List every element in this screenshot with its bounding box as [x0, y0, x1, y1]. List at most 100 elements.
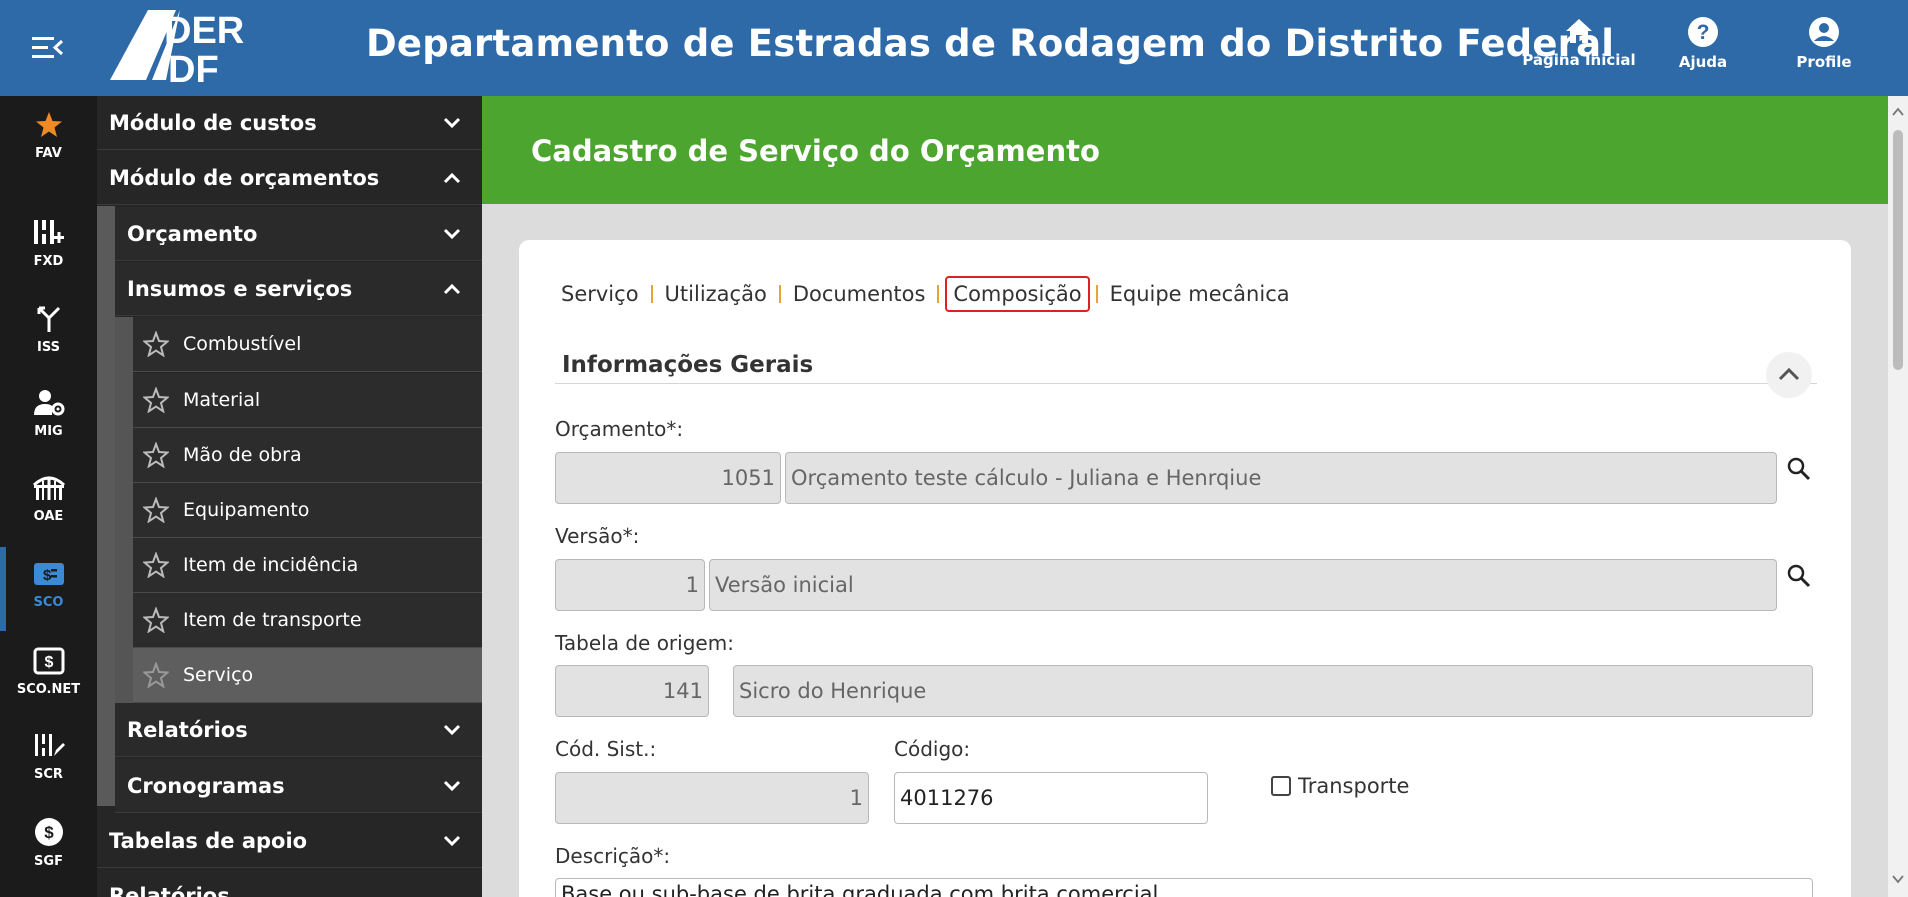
rail-label-mig: MIG	[34, 424, 63, 439]
top-header: DER DF Departamento de Estradas de Rodag…	[0, 0, 1908, 96]
rail-label-oae: OAE	[33, 509, 64, 524]
menu-item-mao-de-obra[interactable]: Mão de obra	[133, 428, 482, 483]
search-icon[interactable]	[1786, 456, 1812, 482]
home-icon	[1566, 19, 1592, 43]
star-outline-icon[interactable]	[143, 387, 169, 413]
tab-separator	[1095, 285, 1098, 303]
svg-text:$: $	[43, 567, 52, 584]
chevron-up-icon	[443, 172, 461, 184]
rail-label-fav: FAV	[35, 146, 62, 161]
tab-servico[interactable]: Serviço	[555, 278, 645, 310]
tab-separator	[937, 285, 940, 303]
rail-item-sconet[interactable]: $ SCO.NET	[0, 646, 97, 726]
menu-cronogramas[interactable]: Cronogramas	[115, 759, 482, 813]
codigo-input[interactable]: 4011276	[894, 772, 1208, 824]
chevron-up-icon	[1778, 367, 1800, 381]
menu-label: Serviço	[183, 664, 254, 686]
navigation-menu: Módulo de custos Módulo de orçamentos Or…	[97, 96, 482, 897]
svg-text:DF: DF	[168, 49, 219, 86]
menu-modulo-orcamentos[interactable]: Módulo de orçamentos	[97, 151, 482, 205]
submenu-indent	[97, 206, 115, 806]
scroll-up-icon[interactable]	[1892, 106, 1904, 118]
menu-item-servico[interactable]: Serviço	[133, 648, 482, 703]
menu-item-item-transporte[interactable]: Item de transporte	[133, 593, 482, 648]
rail-item-scr[interactable]: SCR	[0, 731, 97, 811]
tab-documentos[interactable]: Documentos	[787, 278, 932, 310]
rail-item-oae[interactable]: OAE	[0, 473, 97, 553]
rail-label-fxd: FXD	[33, 254, 64, 269]
rail-label-sconet: SCO.NET	[16, 682, 81, 697]
orcamento-label: Orçamento*:	[555, 417, 684, 441]
menu-label: Relatórios	[127, 717, 248, 742]
menu-item-item-incidencia[interactable]: Item de incidência	[133, 538, 482, 593]
rail-item-fav[interactable]: FAV	[0, 110, 97, 190]
menu-label: Relatórios	[109, 883, 230, 897]
rail-item-sgf[interactable]: $ SGF	[0, 816, 97, 896]
menu-relatorios-root[interactable]: Relatórios	[97, 869, 482, 897]
star-outline-icon[interactable]	[143, 607, 169, 633]
form-card: Serviço Utilização Documentos Composição…	[519, 240, 1851, 897]
tab-composicao[interactable]: Composição	[945, 276, 1090, 312]
transporte-checkbox[interactable]	[1271, 776, 1291, 796]
chevron-up-icon	[443, 283, 461, 295]
versao-name-field: Versão inicial	[709, 559, 1777, 611]
collapse-section-button[interactable]	[1766, 352, 1812, 398]
star-outline-icon[interactable]	[143, 497, 169, 523]
transporte-label: Transporte	[1298, 774, 1410, 798]
tabela-origem-label: Tabela de origem:	[555, 631, 734, 655]
tabela-origem-code-field: 141	[555, 665, 709, 717]
menu-insumos-servicos[interactable]: Insumos e serviços	[115, 262, 482, 316]
home-link[interactable]: Página Inicial	[1519, 16, 1639, 69]
help-link[interactable]: ? Ajuda	[1643, 16, 1763, 71]
dollar-box-icon: $	[33, 647, 64, 675]
svg-text:?: ?	[1697, 21, 1710, 44]
rail-label-iss: ISS	[37, 340, 60, 355]
star-outline-icon[interactable]	[143, 331, 169, 357]
menu-item-combustivel[interactable]: Combustível	[133, 317, 482, 372]
scr-icon	[34, 734, 65, 756]
rail-item-sco[interactable]: $ SCO	[0, 547, 97, 631]
descricao-input[interactable]: Base ou sub-base de brita graduada com b…	[555, 878, 1813, 897]
star-outline-icon[interactable]	[143, 552, 169, 578]
profile-label: Profile	[1796, 53, 1852, 71]
menu-item-equipamento[interactable]: Equipamento	[133, 483, 482, 538]
rail-item-mig[interactable]: MIG	[0, 388, 97, 468]
app-title: Departamento de Estradas de Rodagem do D…	[366, 22, 1615, 65]
star-icon	[35, 112, 62, 137]
menu-label: Módulo de orçamentos	[109, 165, 380, 190]
user-gear-icon	[33, 390, 64, 416]
menu-label: Mão de obra	[183, 444, 302, 466]
descricao-label: Descrição*:	[555, 844, 671, 868]
orcamento-code-field: 1051	[555, 452, 781, 504]
submenu-indent	[115, 317, 133, 703]
tab-equipe-mecanica[interactable]: Equipe mecânica	[1104, 278, 1296, 310]
menu-orcamento[interactable]: Orçamento	[115, 207, 482, 261]
rail-label-sco: SCO	[33, 595, 64, 610]
profile-icon	[1809, 17, 1839, 47]
search-icon[interactable]	[1786, 563, 1812, 589]
menu-tabelas-apoio[interactable]: Tabelas de apoio	[97, 814, 482, 868]
sco-icon: $	[33, 563, 64, 585]
star-outline-icon[interactable]	[143, 662, 169, 688]
section-divider	[555, 383, 1817, 384]
fxd-icon	[33, 220, 64, 244]
scroll-thumb[interactable]	[1893, 130, 1903, 370]
menu-toggle-icon[interactable]	[30, 35, 64, 61]
rail-label-scr: SCR	[34, 767, 63, 782]
scroll-down-icon[interactable]	[1892, 873, 1904, 885]
tab-utilizacao[interactable]: Utilização	[659, 278, 773, 310]
menu-item-material[interactable]: Material	[133, 373, 482, 428]
profile-link[interactable]: Profile	[1764, 16, 1884, 71]
page-scrollbar[interactable]	[1888, 96, 1908, 897]
menu-label: Módulo de custos	[109, 110, 317, 135]
star-outline-icon[interactable]	[143, 442, 169, 468]
der-df-logo[interactable]: DER DF	[106, 6, 286, 91]
menu-modulo-custos[interactable]: Módulo de custos	[97, 96, 482, 150]
menu-relatorios[interactable]: Relatórios	[115, 703, 482, 757]
chevron-down-icon	[443, 835, 461, 847]
menu-label: Orçamento	[127, 221, 258, 246]
menu-label: Combustível	[183, 333, 302, 355]
rail-item-iss[interactable]: ISS	[0, 304, 97, 384]
codigo-label: Código:	[894, 737, 971, 761]
rail-item-fxd[interactable]: FXD	[0, 218, 97, 298]
